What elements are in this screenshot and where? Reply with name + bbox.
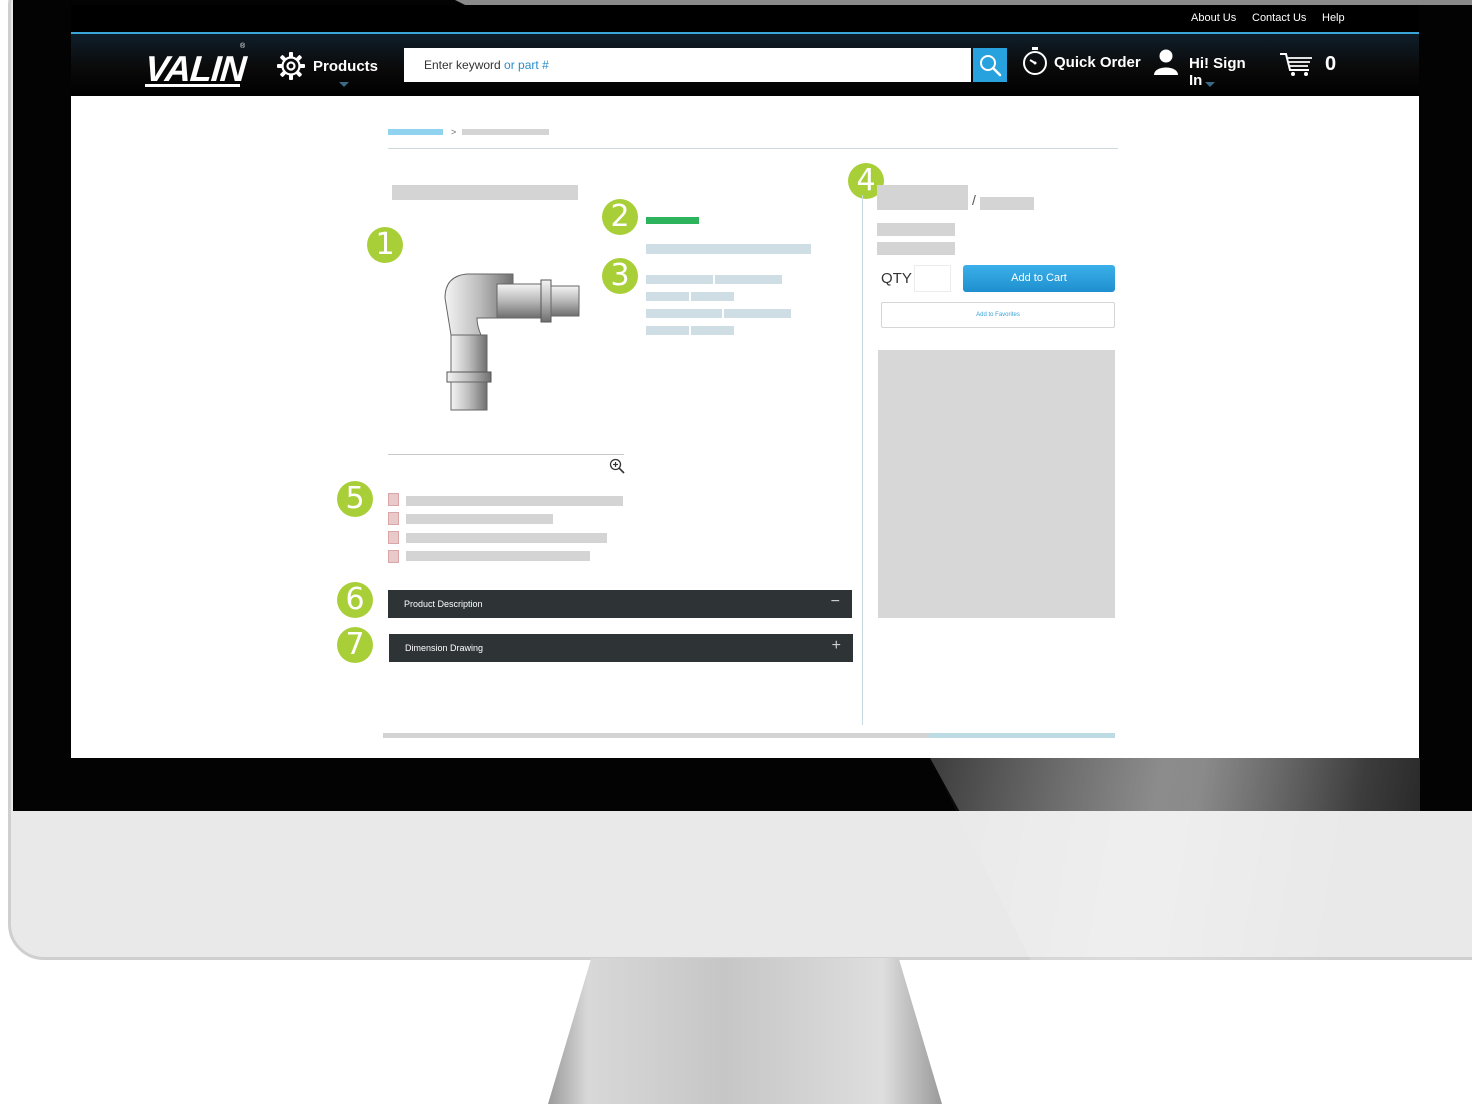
marker-6: 6 (337, 582, 373, 618)
footer-divider (383, 733, 1115, 738)
pdf-icon (388, 512, 399, 525)
availability-line-1 (877, 223, 955, 236)
document-link-4[interactable] (406, 551, 590, 561)
marker-2: 2 (602, 199, 638, 235)
dimension-drawing-accordion[interactable]: Dimension Drawing + (389, 634, 853, 662)
cart-button[interactable]: 0 (1279, 48, 1349, 80)
stock-status-badge (646, 217, 699, 224)
cart-icon (1279, 50, 1315, 83)
cart-count: 0 (1325, 53, 1337, 75)
spec-value-3 (724, 309, 791, 318)
spec-label-3 (646, 309, 722, 318)
products-chevron-down-icon (339, 82, 349, 87)
product-image[interactable] (437, 270, 582, 415)
registered-mark: ® (240, 43, 246, 50)
document-link-1[interactable] (406, 496, 623, 506)
add-to-favorites-button[interactable]: Add to Favorites (881, 302, 1115, 328)
price-value (877, 185, 968, 210)
pdf-icon (388, 493, 399, 506)
product-subtitle (646, 244, 811, 254)
breadcrumb-link-home[interactable] (388, 129, 443, 135)
sign-in-label: Hi! Sign In (1189, 55, 1246, 89)
user-icon (1153, 48, 1179, 81)
documents-list (388, 493, 628, 565)
related-content-panel (878, 350, 1115, 618)
search-input[interactable]: Enter keyword or part # (404, 48, 971, 82)
chin-glare (930, 758, 1472, 998)
products-label: Products (313, 58, 379, 75)
products-menu[interactable]: Products (275, 49, 385, 89)
document-link-3[interactable] (406, 533, 607, 543)
quick-order-label: Quick Order (1054, 54, 1141, 71)
about-us-link[interactable]: About Us (1191, 12, 1236, 24)
accordion-label: Dimension Drawing (405, 643, 484, 653)
availability-line-2 (877, 242, 955, 255)
spec-label-4 (646, 326, 689, 335)
qty-label: QTY (881, 270, 912, 287)
price-separator: / (972, 192, 976, 208)
qty-input[interactable] (914, 265, 951, 292)
pdf-icon (388, 531, 399, 544)
breadcrumb-separator: > (451, 127, 457, 137)
search-icon (978, 53, 1002, 82)
marker-5: 5 (337, 481, 373, 517)
sign-in-chevron-down-icon (1205, 82, 1215, 87)
breadcrumb: > (388, 127, 551, 140)
expand-icon[interactable]: + (832, 637, 841, 655)
search-button[interactable] (973, 48, 1007, 82)
help-link[interactable]: Help (1322, 12, 1345, 24)
accordion-label: Product Description (404, 599, 483, 609)
column-divider (862, 195, 863, 725)
price-unit (980, 197, 1034, 210)
image-divider (388, 454, 624, 455)
spec-label-1 (646, 275, 713, 284)
quick-order-button[interactable]: Quick Order (1020, 46, 1142, 80)
add-to-cart-button[interactable]: Add to Cart (963, 265, 1115, 292)
marker-3: 3 (602, 258, 638, 294)
breadcrumb-divider (388, 148, 1118, 149)
contact-us-link[interactable]: Contact Us (1252, 12, 1306, 24)
utility-bar: About Us Contact Us Help (71, 5, 1419, 32)
browser-screen: About Us Contact Us Help VALIN ® Product… (71, 5, 1419, 758)
gear-icon (275, 50, 307, 87)
main-header: VALIN ® Products Enter keyword or part #… (71, 32, 1419, 96)
spec-value-4 (691, 326, 734, 335)
spec-value-1 (715, 275, 782, 284)
document-link-2[interactable] (406, 514, 553, 524)
logo-underline (145, 84, 240, 87)
collapse-icon[interactable]: − (831, 593, 840, 611)
spec-label-2 (646, 292, 689, 301)
marker-7: 7 (337, 627, 373, 663)
breadcrumb-current (462, 129, 549, 135)
sign-in-menu[interactable]: Hi! Sign In (1153, 46, 1263, 89)
product-title (392, 185, 578, 200)
search-placeholder: Enter keyword or part # (424, 58, 549, 72)
product-description-accordion[interactable]: Product Description − (388, 590, 852, 618)
stopwatch-icon (1020, 46, 1050, 81)
zoom-in-icon[interactable] (609, 458, 625, 479)
marker-1: 1 (367, 227, 403, 263)
pdf-icon (388, 550, 399, 563)
monitor-stand (548, 958, 942, 1104)
spec-value-2 (691, 292, 734, 301)
